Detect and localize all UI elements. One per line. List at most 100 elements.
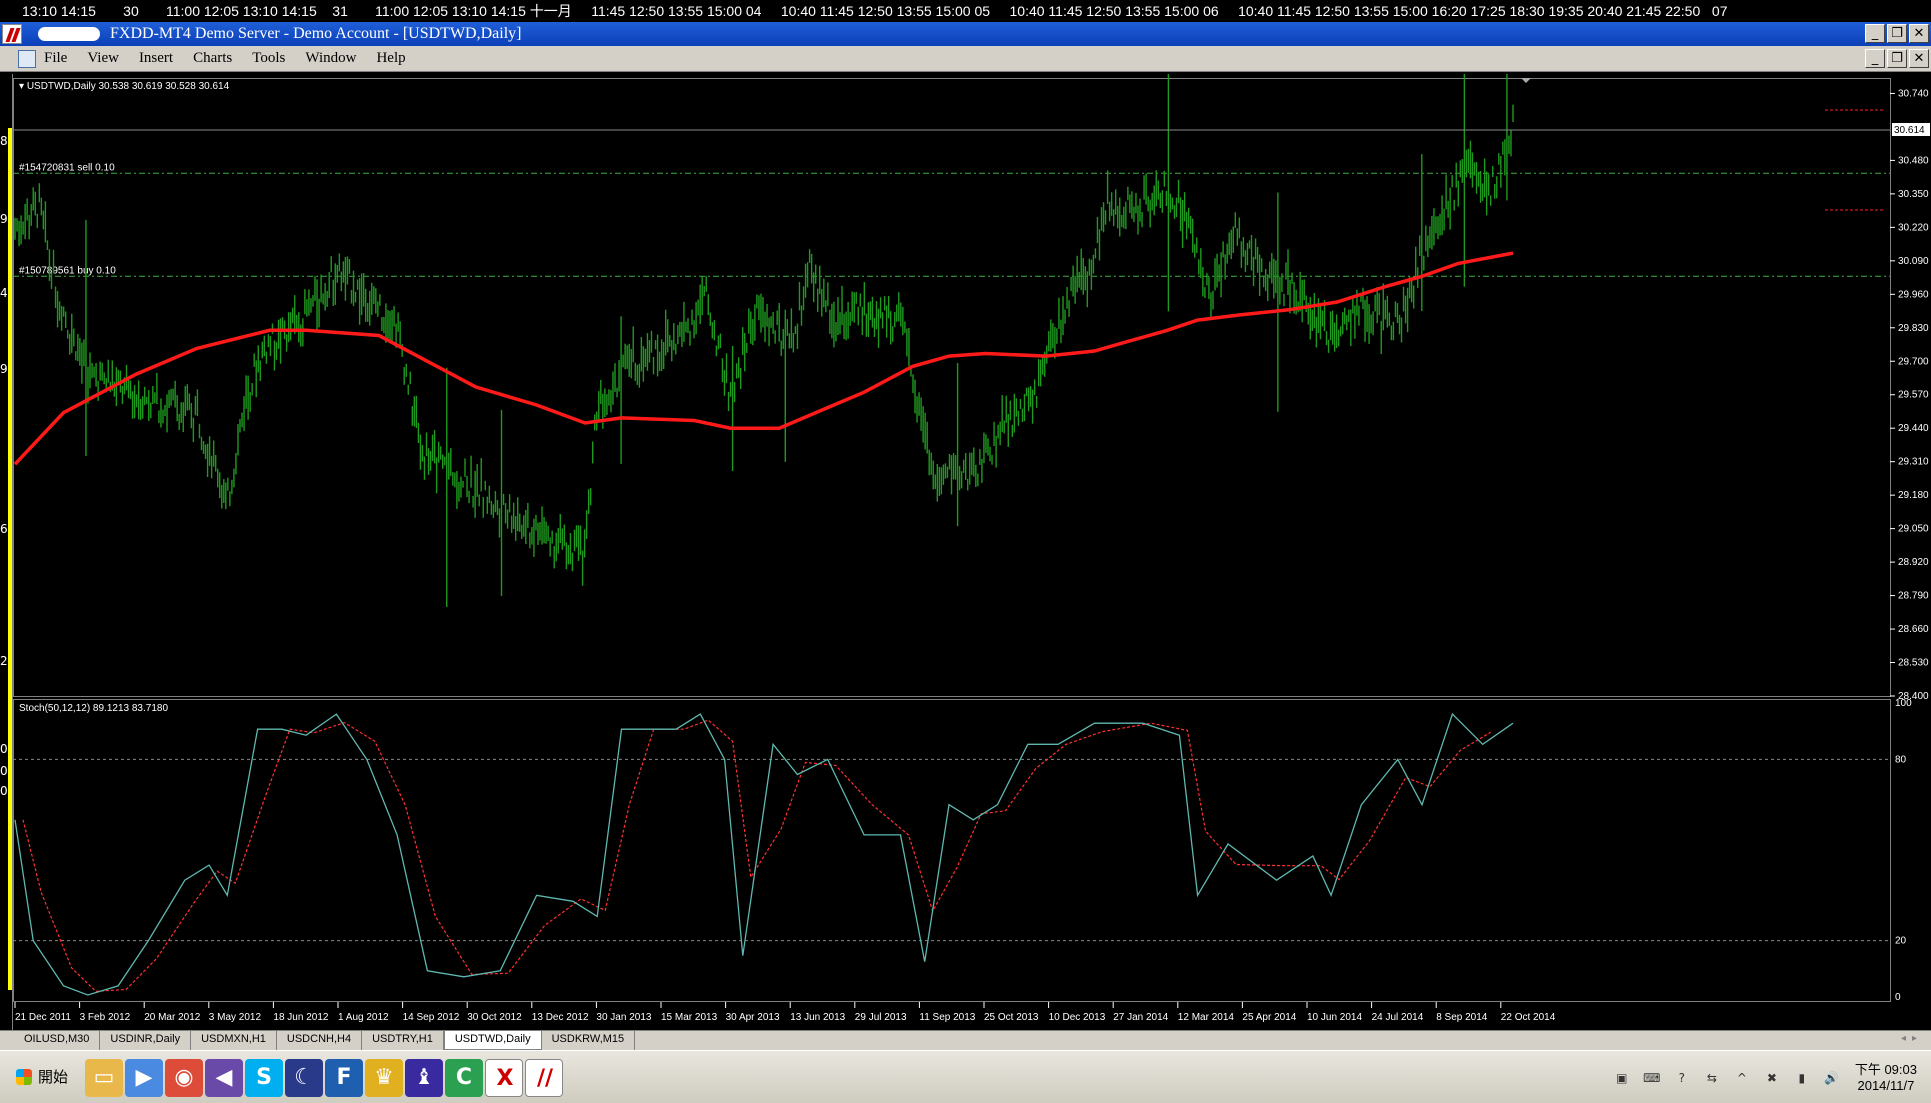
left-rail-fragment: 9	[0, 362, 8, 376]
price-axis-label: 28.790	[1898, 591, 1929, 602]
date-axis-label: 30 Apr 2013	[726, 1012, 780, 1023]
stoch-axis-label: 100	[1895, 698, 1912, 709]
left-rail-fragment: 6	[0, 522, 8, 536]
symbol-tab-usdcnh-h4[interactable]: USDCNH,H4	[277, 1031, 363, 1050]
date-axis-label: 1 Aug 2012	[338, 1012, 389, 1023]
symbol-tab-oilusd-m30[interactable]: OILUSD,M30	[14, 1031, 101, 1050]
x-professional-icon[interactable]: X	[485, 1059, 523, 1097]
symbol-tab-usdtry-h1[interactable]: USDTRY,H1	[362, 1031, 444, 1050]
price-axis-label: 30.350	[1898, 189, 1929, 200]
fxdd-icon-glyph: //	[536, 1066, 554, 1091]
expand-tray-icon[interactable]: ^	[1733, 1069, 1751, 1087]
menu-window[interactable]: Window	[305, 50, 368, 67]
skype-icon[interactable]: S	[245, 1059, 283, 1097]
price-axis-label: 28.660	[1898, 624, 1929, 635]
close-button[interactable]: ✕	[1909, 24, 1929, 43]
stoch-axis-label: 0	[1895, 992, 1901, 1003]
menu-insert[interactable]: Insert	[139, 50, 185, 67]
signal-tray-icon[interactable]: ▮	[1793, 1069, 1811, 1087]
menu-file[interactable]: File	[44, 50, 79, 67]
left-rail-fragment: 8	[0, 134, 8, 148]
left-rail-fragment: 0	[0, 742, 8, 756]
menu-view[interactable]: View	[87, 50, 131, 67]
date-axis-label: 3 Feb 2012	[80, 1012, 131, 1023]
menu-tools[interactable]: Tools	[252, 50, 297, 67]
menu-bar: File View Insert Charts Tools Window Hel…	[0, 46, 1931, 72]
price-axis-label: 29.050	[1898, 524, 1929, 535]
minimize-button[interactable]: _	[1865, 24, 1885, 43]
f-app-icon-glyph: F	[336, 1065, 352, 1090]
order-label: #154720831 sell 0.10	[19, 162, 115, 173]
chrome-icon[interactable]: ◉	[165, 1059, 203, 1097]
main-panel-border	[13, 78, 1891, 697]
pdf-tray-icon[interactable]: ▣	[1613, 1069, 1631, 1087]
c-app-icon[interactable]: C	[445, 1059, 483, 1097]
left-rail-fragment: 4	[0, 286, 8, 300]
date-axis-label: 20 Mar 2012	[144, 1012, 201, 1023]
visual-studio-icon[interactable]: ◀	[205, 1059, 243, 1097]
symbol-tab-usdtwd-daily[interactable]: USDTWD,Daily	[443, 1031, 542, 1050]
price-axis-label: 29.700	[1898, 356, 1929, 367]
crown-app-icon-glyph: ♛	[374, 1065, 394, 1090]
order-label: #150789561 buy 0.10	[19, 265, 116, 276]
symbol-tab-usdinr-daily[interactable]: USDINR,Daily	[100, 1031, 192, 1050]
stoch-axis-label: 20	[1895, 936, 1907, 947]
date-axis-label: 21 Dec 2011	[15, 1012, 71, 1023]
price-axis-label: 30.480	[1898, 155, 1929, 166]
mt4-app-icon[interactable]	[2, 24, 22, 44]
date-axis-label: 10 Dec 2013	[1049, 1012, 1106, 1023]
mdi-close-button[interactable]: ✕	[1909, 49, 1929, 68]
chess-app-icon-glyph: ♝	[414, 1065, 434, 1090]
price-axis-label: 30.090	[1898, 256, 1929, 267]
date-axis-label: 30 Jan 2013	[596, 1012, 651, 1023]
clock[interactable]: 下午 09:03 2014/11/7	[1851, 1062, 1921, 1094]
volume-tray-icon[interactable]: 🔊	[1823, 1069, 1841, 1087]
price-axis-label: 30.740	[1898, 88, 1929, 99]
menu-charts[interactable]: Charts	[193, 50, 244, 67]
chart-window-icon[interactable]	[18, 50, 36, 68]
symbol-tab-usdkrw-m15[interactable]: USDKRW,M15	[542, 1031, 636, 1050]
title-bar: FXDD-MT4 Demo Server - Demo Account - [U…	[0, 22, 1931, 46]
price-axis-label: 30.220	[1898, 222, 1929, 233]
x-professional-icon-glyph: X	[496, 1066, 514, 1091]
chart-window[interactable]: 30.740 30.480 30.350 30.220 30.090 29.960 29.8…	[12, 74, 1931, 1034]
chart-shift-marker[interactable]	[1521, 78, 1531, 83]
help-tray-icon[interactable]: ?	[1673, 1069, 1691, 1087]
mdi-minimize-button[interactable]: _	[1865, 49, 1885, 68]
price-axis-label: 29.310	[1898, 457, 1929, 468]
date-axis-label: 11 Sep 2013	[919, 1012, 975, 1023]
price-axis-label: 28.920	[1898, 557, 1929, 568]
crown-app-icon[interactable]: ♛	[365, 1059, 403, 1097]
left-rail-fragment: 2	[0, 654, 8, 668]
chrome-icon-glyph: ◉	[174, 1065, 194, 1090]
red-x-tray-icon[interactable]: ✖	[1763, 1069, 1781, 1087]
c-app-icon-glyph: C	[455, 1065, 473, 1090]
folder-icon-glyph: ▭	[93, 1065, 115, 1090]
date-axis-label: 14 Sep 2012	[403, 1012, 460, 1023]
symbol-tab-usdmxn-h1[interactable]: USDMXN,H1	[191, 1031, 277, 1050]
price-axis-label: 29.440	[1898, 423, 1929, 434]
stoch-panel-border	[13, 699, 1891, 1002]
media-player-icon[interactable]: ▶	[125, 1059, 163, 1097]
mdi-restore-button[interactable]: ❐	[1887, 49, 1907, 68]
chess-app-icon[interactable]: ♝	[405, 1059, 443, 1097]
stoch-info: Stoch(50,12,12) 89.1213 83.7180	[19, 703, 168, 714]
restore-button[interactable]: ❐	[1887, 24, 1907, 43]
menu-help[interactable]: Help	[376, 50, 417, 67]
price-axis-label: 28.530	[1898, 658, 1929, 669]
symbol-info: ▾ USDTWD,Daily 30.538 30.619 30.528 30.6…	[19, 81, 230, 92]
moon-app-icon[interactable]: ☾	[285, 1059, 323, 1097]
price-axis-label: 29.960	[1898, 289, 1929, 300]
left-rail-fragment: 9	[0, 212, 8, 226]
tab-scroll-arrows[interactable]: ◂▸	[1901, 1033, 1923, 1044]
folder-icon[interactable]: ▭	[85, 1059, 123, 1097]
keyboard-tray-icon[interactable]: ⌨	[1643, 1069, 1661, 1087]
f-app-icon[interactable]: F	[325, 1059, 363, 1097]
arrow-tray-icon[interactable]: ⇆	[1703, 1069, 1721, 1087]
date-axis-label: 24 Jul 2014	[1372, 1012, 1424, 1023]
fxdd-icon[interactable]: //	[525, 1059, 563, 1097]
chart-canvas[interactable]: 30.740 30.480 30.350 30.220 30.090 29.960 29.8…	[13, 74, 1931, 1030]
start-button[interactable]: 開始	[14, 1061, 74, 1093]
stoch-main-line	[14, 712, 1514, 996]
clock-time: 下午 09:03	[1854, 1062, 1917, 1077]
